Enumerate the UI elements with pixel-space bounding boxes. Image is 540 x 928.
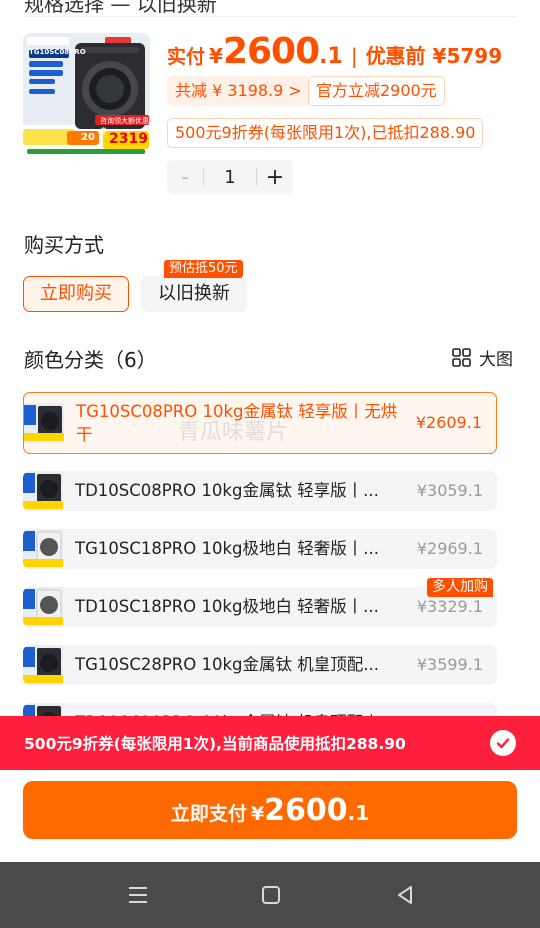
coupon-bar-text: 500元9折券(每张限用1次),当前商品使用抵扣288.90 (24, 735, 406, 753)
estimate-tag: 预估抵50元 (164, 260, 243, 278)
total-discount-chip[interactable]: 共减 ¥ 3198.9 > (167, 76, 310, 106)
variant-row-selected[interactable]: TG10SC08PRO 10kg金属钛 轻享版丨无烘干 ¥2609.1 (23, 392, 497, 454)
big-view-label: 大图 (479, 349, 513, 370)
thumb-price: 2319 (109, 131, 148, 147)
quantity-stepper: - 1 + (167, 160, 293, 194)
variant-thumbnail (24, 403, 64, 443)
system-nav-bar (0, 862, 540, 928)
pay-currency: ¥ (250, 803, 265, 825)
divider (24, 16, 516, 17)
variant-price: ¥3599.1 (416, 655, 483, 674)
color-category-title: 颜色分类（6） (24, 348, 157, 372)
variant-name: TG10SC18PRO 10kg极地白 轻奢版丨... (75, 539, 380, 558)
pay-price-int: 2600 (264, 793, 348, 828)
big-view-toggle[interactable]: 大图 (452, 345, 513, 370)
variant-thumbnail (23, 471, 63, 511)
coupon-bar[interactable]: 500元9折券(每张限用1次),当前商品使用抵扣288.90 (0, 716, 540, 770)
thumb-discount: 20 (81, 132, 95, 143)
price-separator: | (350, 44, 358, 68)
washer-thumb-icon (23, 529, 63, 569)
variant-row[interactable]: TG10SC28PRO 10kg金属钛 机皇顶配... ¥3599.1 (23, 645, 497, 685)
increase-button[interactable]: + (257, 165, 293, 190)
variant-row[interactable]: TD10SC08PRO 10kg金属钛 轻享版丨... ¥3059.1 (23, 471, 497, 511)
price-summary: 实付 ¥ 2600 .1 | 优惠前 ¥5799 (167, 31, 503, 72)
quantity-value[interactable]: 1 (204, 167, 256, 188)
pay-price-dec: .1 (347, 801, 370, 825)
currency-symbol: ¥ (209, 44, 223, 68)
washer-thumb-icon (23, 587, 63, 627)
top-header-partial: 规格选择 — 以旧换新 (0, 0, 540, 17)
variant-price: ¥2969.1 (416, 539, 483, 558)
paid-price-dec: .1 (319, 44, 343, 69)
product-image[interactable]: TG10SC08PRO 咨询领大额优惠券 20 2319 (23, 33, 150, 158)
pay-now-button[interactable]: 立即支付 ¥ 2600 .1 (23, 781, 517, 839)
official-discount-chip: 官方立减2900元 (308, 76, 445, 106)
variant-name: TG10SC08PRO 10kg金属钛 轻享版丨无烘干 (76, 402, 398, 444)
washer-thumb-icon (23, 645, 63, 685)
variant-name: TD10SC08PRO 10kg金属钛 轻享版丨... (75, 481, 379, 500)
variant-price: ¥2609.1 (415, 413, 482, 432)
option-trade-in[interactable]: 以旧换新 (141, 276, 247, 312)
option-buy-now[interactable]: 立即购买 (23, 276, 129, 312)
popular-tag: 多人加购 (427, 578, 493, 597)
pay-label: 立即支付 (170, 803, 247, 825)
variant-thumbnail (23, 645, 63, 685)
variant-price: ¥3059.1 (416, 481, 483, 500)
paid-label: 实付 (167, 46, 206, 68)
thumb-model: TG10SC08PRO (29, 48, 86, 56)
purchase-method-title: 购买方式 (24, 233, 104, 257)
grid-icon (452, 347, 471, 367)
variant-name: TD10SC18PRO 10kg极地白 轻奢版丨... (75, 597, 379, 616)
check-icon[interactable] (490, 730, 516, 756)
back-icon[interactable] (392, 882, 418, 908)
decrease-button[interactable]: - (167, 165, 203, 189)
variant-thumbnail (23, 529, 63, 569)
top-header-text: 规格选择 — 以旧换新 (24, 0, 217, 16)
coupon-chip: 500元9折券(每张限用1次),已抵扣288.90 (167, 118, 484, 148)
variant-thumbnail (23, 587, 63, 627)
washer-thumb-icon (24, 403, 64, 443)
original-price: 优惠前 ¥5799 (365, 44, 503, 68)
home-icon[interactable] (258, 882, 284, 908)
checkmark-icon (496, 738, 510, 749)
paid-price-int: 2600 (222, 31, 320, 72)
variant-row[interactable]: TD10SC18PRO 10kg极地白 轻奢版丨... ¥3329.1 (23, 587, 497, 627)
washer-thumb-icon (23, 471, 63, 511)
variant-name: TG10SC28PRO 10kg金属钛 机皇顶配... (75, 655, 380, 674)
menu-icon[interactable] (125, 882, 151, 908)
variant-row[interactable]: TG10SC18PRO 10kg极地白 轻奢版丨... ¥2969.1 (23, 529, 497, 569)
